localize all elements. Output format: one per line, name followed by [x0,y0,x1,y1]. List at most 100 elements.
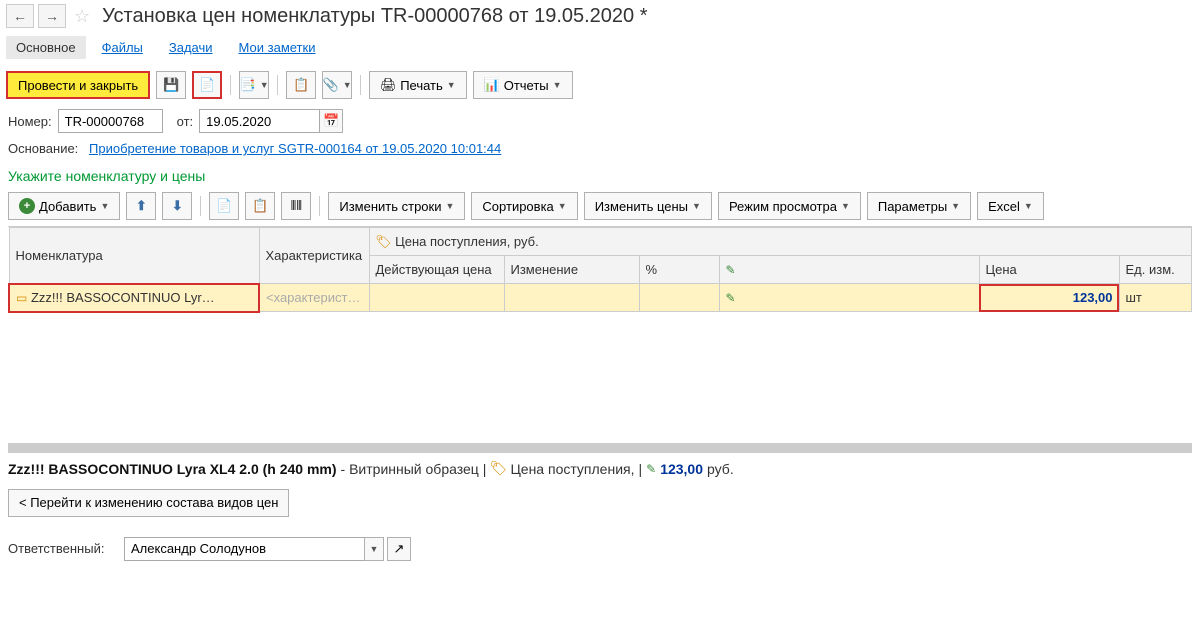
from-label: от: [177,114,194,129]
tab-tasks[interactable]: Задачи [159,36,223,59]
chevron-down-icon: ▼ [446,201,455,211]
table-row[interactable]: ▭ Zzz!!! BASSOCONTINUO Lyr… <характерист… [9,284,1192,312]
price-tag-icon: 🏷 [376,234,392,250]
pencil-icon: ✎ [726,263,736,277]
basis-link[interactable]: Приобретение товаров и услуг SGTR-000164… [89,141,501,156]
date-picker-button[interactable]: 📅 [319,109,343,133]
nomenclature-text: Zzz!!! BASSOCONTINUO Lyr… [31,290,215,305]
horizontal-scrollbar[interactable] [8,443,1192,453]
nav-forward-button[interactable]: → [38,4,66,28]
col-percent[interactable]: % [639,256,719,284]
save-icon: 💾 [163,77,179,93]
parameters-label: Параметры [878,199,947,214]
toolbar-divider [277,75,278,95]
copy-button[interactable]: 📄 [209,192,239,220]
excel-button[interactable]: Excel ▼ [977,192,1044,220]
list-button[interactable]: 📋 [286,71,316,99]
edit-rows-button[interactable]: Изменить строки ▼ [328,192,465,220]
characteristic-placeholder: <характерист… [266,290,360,305]
table-toolbar: + Добавить ▼ ⬆ ⬇ 📄 📋 ⦀⦀ Изменить строки … [0,188,1200,226]
cell-change[interactable] [504,284,639,312]
move-down-button[interactable]: ⬇ [162,192,192,220]
nav-back-button[interactable]: ← [6,4,34,28]
edit-prices-button[interactable]: Изменить цены ▼ [584,192,712,220]
pencil-icon: ✎ [646,462,656,476]
arrow-down-icon: ⬇ [172,198,183,214]
number-label: Номер: [8,114,52,129]
tab-files[interactable]: Файлы [92,36,153,59]
col-edit[interactable]: ✎ [719,256,979,284]
col-price[interactable]: Цена [979,256,1119,284]
main-toolbar: Провести и закрыть 💾 📄 📑 ▼ 📋 📎 ▼ 🖨 Печат… [0,65,1200,105]
move-up-button[interactable]: ⬆ [126,192,156,220]
number-input[interactable] [58,109,163,133]
edit-rows-label: Изменить строки [339,199,441,214]
attach-button[interactable]: 📎 ▼ [322,71,352,99]
favorite-star-icon[interactable]: ☆ [74,6,90,27]
col-nomenclature[interactable]: Номенклатура [9,228,259,284]
price-tag-icon: 🏷 [490,461,506,477]
sorting-button[interactable]: Сортировка ▼ [471,192,577,220]
cell-price[interactable]: 123,00 [979,284,1119,312]
status-price-type: Цена поступления, [510,461,634,477]
excel-label: Excel [988,199,1020,214]
status-suffix: - Витринный образец [341,461,479,477]
status-item-name: Zzz!!! BASSOCONTINUO Lyra XL4 2.0 (h 240… [8,461,337,477]
toolbar-divider [230,75,231,95]
chevron-down-icon: ▼ [692,201,701,211]
post-and-close-button[interactable]: Провести и закрыть [6,71,150,99]
col-current-price[interactable]: Действующая цена [369,256,504,284]
responsible-dropdown-button[interactable]: ▼ [364,537,384,561]
chevron-down-icon: ▼ [447,80,456,90]
cell-current-price[interactable] [369,284,504,312]
post-button[interactable]: 📄 [192,71,222,99]
basis-label: Основание: [8,141,83,156]
col-change[interactable]: Изменение [504,256,639,284]
view-mode-button[interactable]: Режим просмотра ▼ [718,192,861,220]
reports-label: Отчеты [504,78,549,93]
pencil-icon: ✎ [726,291,736,305]
post-icon: 📄 [199,77,215,93]
barcode-button[interactable]: ⦀⦀ [281,192,311,220]
cell-unit[interactable]: шт [1119,284,1192,312]
parameters-button[interactable]: Параметры ▼ [867,192,971,220]
chevron-down-icon: ▼ [370,544,379,554]
responsible-input[interactable] [124,537,364,561]
status-price-value: 123,00 [660,461,703,477]
responsible-open-button[interactable]: ↗ [387,537,411,561]
section-title: Укажите номенклатуру и цены [0,160,1200,188]
scrollbar-thumb[interactable] [8,444,1192,453]
chevron-down-icon: ▼ [100,201,109,211]
responsible-label: Ответственный: [8,541,118,556]
cell-pencil[interactable]: ✎ [719,284,979,312]
chevron-down-icon: ▼ [1024,201,1033,211]
date-input[interactable] [199,109,319,133]
chevron-down-icon: ▼ [343,80,352,90]
col-characteristic[interactable]: Характеристика [259,228,369,284]
tab-main[interactable]: Основное [6,36,86,59]
barcode-icon: ⦀⦀ [288,198,304,214]
cell-characteristic[interactable]: <характерист… [259,284,369,312]
reports-button[interactable]: 📊 Отчеты ▼ [473,71,573,99]
chevron-down-icon: ▼ [558,201,567,211]
cell-percent[interactable] [639,284,719,312]
goto-price-types-button[interactable]: < Перейти к изменению состава видов цен [8,489,289,517]
tab-notes[interactable]: Мои заметки [229,36,326,59]
add-button[interactable]: + Добавить ▼ [8,192,120,220]
cell-nomenclature[interactable]: ▭ Zzz!!! BASSOCONTINUO Lyr… [9,284,259,312]
price-group-label: Цена поступления, руб. [395,234,539,249]
edit-prices-label: Изменить цены [595,199,688,214]
col-unit[interactable]: Ед. изм. [1119,256,1192,284]
print-button[interactable]: 🖨 Печать ▼ [369,71,467,99]
save-button[interactable]: 💾 [156,71,186,99]
sorting-label: Сортировка [482,199,553,214]
toolbar-divider [200,196,201,216]
add-label: Добавить [39,199,96,214]
toolbar-divider [319,196,320,216]
view-mode-label: Режим просмотра [729,199,837,214]
col-price-group[interactable]: 🏷 Цена поступления, руб. [369,228,1192,256]
paste-button[interactable]: 📋 [245,192,275,220]
create-based-on-button[interactable]: 📑 ▼ [239,71,269,99]
page-title: Установка цен номенклатуры TR-00000768 о… [102,5,647,28]
price-value: 123,00 [986,290,1113,305]
